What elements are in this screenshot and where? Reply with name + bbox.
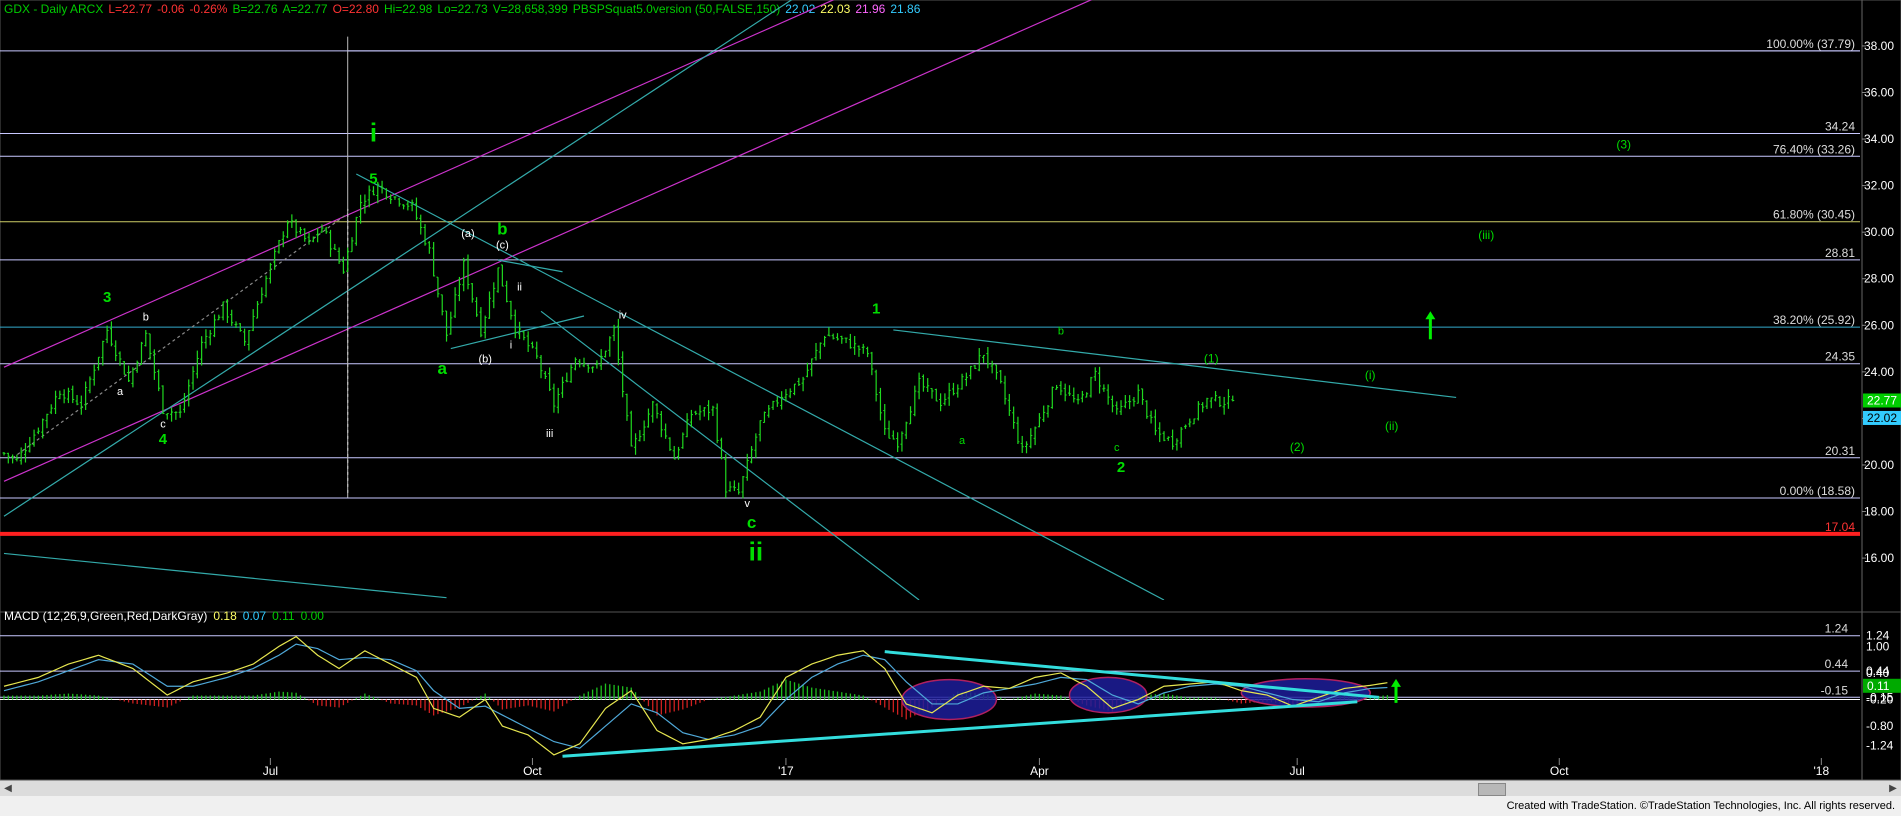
macd-header-field-4: 0.00 (301, 609, 325, 623)
header-field-9: V=28,658,399 (493, 2, 568, 16)
wave-label: (i) (1365, 368, 1376, 382)
wave-label: i (510, 340, 512, 352)
wave-label: 5 (369, 170, 377, 187)
macd-header: MACD (12,26,9,Green,Red,DarkGray) 0.18 0.0… (4, 609, 324, 623)
price-tick-label: 36.00 (1864, 85, 1894, 99)
macd-ellipse (901, 678, 998, 721)
wave-label: 1 (872, 301, 880, 318)
wave-label: 2 (1117, 459, 1125, 476)
macd-tick-label: 1.00 (1866, 639, 1890, 653)
macd-tick-label: -0.20 (1866, 693, 1894, 707)
wave-label: c (747, 513, 756, 532)
scroll-right-icon[interactable]: ▶ (1887, 783, 1899, 795)
wave-label: ii (517, 281, 522, 293)
header-field-14: 21.86 (890, 2, 920, 16)
header-field-6: O=22.80 (333, 2, 380, 16)
level-label: 38.20% (25.92) (1773, 313, 1855, 327)
scroll-thumb[interactable] (1478, 783, 1506, 796)
price-tick-label: 32.00 (1864, 179, 1894, 193)
level-label: 34.24 (1825, 119, 1855, 133)
price-tick-label: 38.00 (1864, 39, 1894, 53)
price-marker-label: 22.02 (1867, 411, 1897, 425)
level-label: 20.31 (1825, 444, 1855, 458)
wave-label: (1) (1204, 352, 1219, 366)
wave-label: (ii) (1385, 419, 1398, 433)
price-tick-label: 28.00 (1864, 272, 1894, 286)
wave-label: b (1058, 326, 1064, 338)
date-tick-label: '17 (778, 764, 794, 778)
header-field-2: -0.06 (157, 2, 185, 16)
wave-label: b (497, 220, 507, 239)
date-tick-label: '18 (1814, 764, 1830, 778)
macd-level-label: -0.15 (1821, 683, 1849, 697)
macd-tick-label: -0.80 (1866, 719, 1894, 733)
date-tick-label: Oct (1550, 764, 1569, 778)
macd-header-field-0: MACD (12,26,9,Green,Red,DarkGray) (4, 609, 207, 623)
wave-label: a (437, 359, 447, 378)
header-field-5: A=22.77 (283, 2, 328, 16)
wave-label: i (370, 117, 377, 147)
wave-label: (3) (1616, 137, 1631, 151)
level-label: 61.80% (30.45) (1773, 208, 1855, 222)
status-bar: Created with TradeStation. ©TradeStation… (0, 796, 1901, 816)
credit-text: Created with TradeStation. ©TradeStation… (1506, 800, 1895, 812)
header-field-7: Hi=22.98 (384, 2, 433, 16)
level-label: 24.35 (1825, 350, 1855, 364)
wave-label: (a) (461, 228, 474, 240)
wave-label: 4 (159, 431, 168, 448)
price-tick-label: 26.00 (1864, 318, 1894, 332)
level-label: 17.04 (1825, 520, 1855, 534)
level-label: 100.00% (37.79) (1766, 37, 1855, 51)
wave-label: iii (546, 428, 553, 440)
header-field-4: B=22.76 (232, 2, 277, 16)
date-tick-label: Apr (1030, 764, 1049, 778)
macd-header-field-2: 0.07 (243, 609, 267, 623)
level-label: 28.81 (1825, 246, 1855, 260)
header-field-10: PBSPSquat5.0version (50,FALSE,150) (573, 2, 780, 16)
gdx-daily-chart[interactable]: GDX - Daily ARCX L=22.77 -0.06 -0.26% B=22.7… (0, 0, 1901, 780)
header-field-1: L=22.77 (108, 2, 152, 16)
wave-label: b (143, 312, 149, 324)
macd-level-label: 1.24 (1825, 622, 1849, 636)
header-field-0: GDX - Daily ARCX (4, 2, 103, 16)
macd-level-label: 0.44 (1825, 657, 1849, 671)
macd-tick-label: -1.24 (1866, 739, 1894, 753)
wave-label: a (117, 386, 124, 398)
wave-label: (b) (478, 354, 491, 366)
wave-label: (2) (1290, 440, 1305, 454)
header-field-13: 21.96 (855, 2, 885, 16)
scroll-left-icon[interactable]: ◀ (2, 783, 14, 795)
date-tick-label: Jul (1290, 764, 1305, 778)
wave-label: 3 (103, 289, 111, 306)
level-label: 0.00% (18.58) (1780, 484, 1855, 498)
wave-label: c (160, 419, 166, 431)
price-tick-label: 18.00 (1864, 505, 1894, 519)
price-tick-label: 16.00 (1864, 551, 1894, 565)
header-field-3: -0.26% (189, 2, 227, 16)
level-label: 76.40% (33.26) (1773, 142, 1855, 156)
horizontal-scrollbar[interactable]: ◀ ▶ (0, 780, 1901, 797)
macd-value-label: 0.11 (1867, 679, 1890, 693)
header-field-8: Lo=22.73 (437, 2, 488, 16)
date-tick-label: Oct (523, 764, 542, 778)
price-tick-label: 24.00 (1864, 365, 1894, 379)
wave-label: v (745, 498, 751, 510)
price-tick-label: 30.00 (1864, 225, 1894, 239)
wave-label: a (959, 435, 966, 447)
wave-label: ii (749, 536, 763, 566)
wave-label: (iii) (1478, 228, 1494, 242)
price-tick-label: 20.00 (1864, 458, 1894, 472)
price-tick-label: 34.00 (1864, 132, 1894, 146)
macd-header-field-3: 0.11 (272, 609, 295, 623)
wave-label: c (1114, 442, 1120, 454)
macd-header-field-1: 0.18 (213, 609, 237, 623)
date-tick-label: Jul (263, 764, 278, 778)
wave-label: iv (619, 309, 627, 321)
price-marker-label: 22.77 (1867, 393, 1897, 407)
wave-label: (c) (496, 239, 509, 251)
